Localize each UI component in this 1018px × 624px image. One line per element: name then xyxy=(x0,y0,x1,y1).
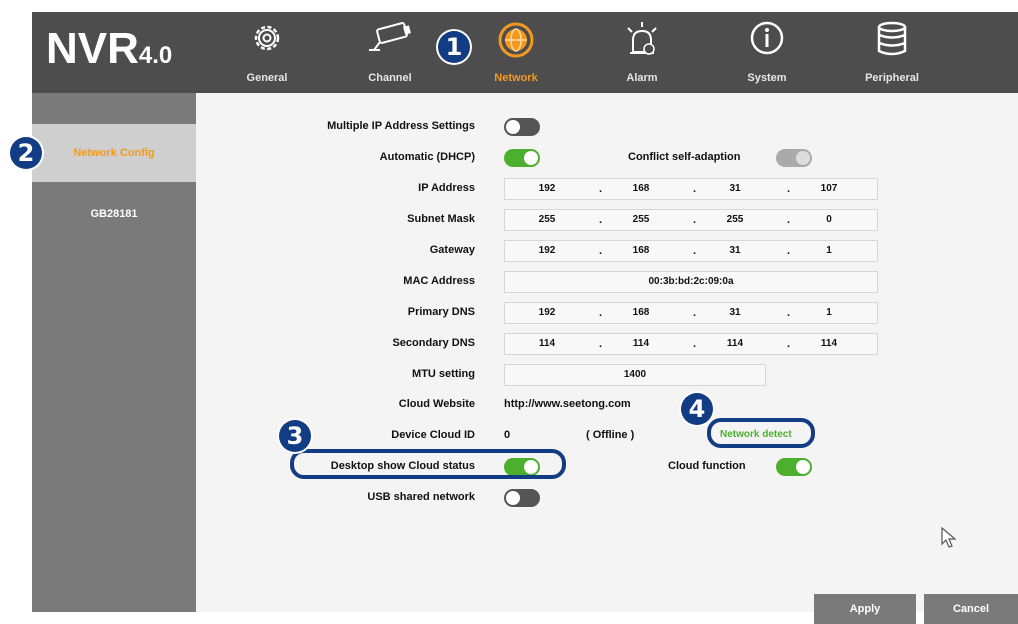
gateway-octet-1[interactable]: 192 xyxy=(517,241,577,261)
dns2-octet-3[interactable]: 114 xyxy=(705,334,765,354)
usb-shared-network-label: USB shared network xyxy=(367,491,475,503)
subnet-octet-4[interactable]: 0 xyxy=(799,210,859,230)
secondary-dns-label: Secondary DNS xyxy=(392,337,475,349)
mouse-cursor-icon xyxy=(941,527,957,548)
gear-icon xyxy=(254,25,280,51)
mac-address-label: MAC Address xyxy=(403,275,475,287)
cloud-status-text: ( Offline ) xyxy=(586,429,635,441)
ip-dot: . xyxy=(787,183,791,195)
cloud-website-label: Cloud Website xyxy=(398,398,475,410)
primary-dns-field[interactable]: 192 . 168 . 31 . 1 xyxy=(504,302,878,324)
nav-network[interactable]: Network xyxy=(466,12,566,93)
ip-address-label: IP Address xyxy=(418,182,475,194)
subnet-dot: . xyxy=(787,214,791,226)
sidebar: Network Config GB28181 xyxy=(32,93,196,612)
dns1-octet-3[interactable]: 31 xyxy=(705,303,765,323)
secondary-dns-field[interactable]: 114 . 114 . 114 . 114 xyxy=(504,333,878,355)
database-icon xyxy=(877,21,907,56)
dns2-octet-2[interactable]: 114 xyxy=(611,334,671,354)
nav-alarm-label: Alarm xyxy=(626,72,658,84)
ip-dot: . xyxy=(599,183,603,195)
dns2-dot: . xyxy=(599,338,603,350)
dns1-dot: . xyxy=(787,307,791,319)
dns1-octet-1[interactable]: 192 xyxy=(517,303,577,323)
dns1-octet-2[interactable]: 168 xyxy=(611,303,671,323)
subnet-octet-3[interactable]: 255 xyxy=(705,210,765,230)
conflict-label: Conflict self-adaption xyxy=(628,151,741,163)
sidebar-item-gb28181[interactable]: GB28181 xyxy=(32,185,196,243)
info-icon xyxy=(750,21,784,55)
mac-address-field: 00:3b:bd:2c:09:0a xyxy=(504,271,878,293)
dhcp-label: Automatic (DHCP) xyxy=(379,151,475,163)
globe-icon xyxy=(498,22,534,58)
nvr-window: NVR4.0 General Channel Network Alarm Sys… xyxy=(32,12,1018,624)
cloud-function-label: Cloud function xyxy=(668,460,746,472)
alarm-icon xyxy=(627,22,657,55)
gateway-field[interactable]: 192 . 168 . 31 . 1 xyxy=(504,240,878,262)
usb-shared-network-toggle[interactable] xyxy=(504,489,540,507)
subnet-mask-label: Subnet Mask xyxy=(407,213,475,225)
ip-octet-4[interactable]: 107 xyxy=(799,179,859,199)
callout-badge-1: 1 xyxy=(438,31,470,63)
dns2-octet-1[interactable]: 114 xyxy=(517,334,577,354)
nav-network-label: Network xyxy=(494,72,538,84)
dns1-dot: . xyxy=(693,307,697,319)
nav-peripheral-label: Peripheral xyxy=(865,72,919,84)
mtu-label: MTU setting xyxy=(412,368,475,380)
nav-alarm[interactable]: Alarm xyxy=(592,12,692,93)
gateway-dot: . xyxy=(599,245,603,257)
app-logo: NVR4.0 xyxy=(46,24,173,73)
nav-channel[interactable]: Channel xyxy=(340,12,440,93)
gateway-octet-2[interactable]: 168 xyxy=(611,241,671,261)
apply-button[interactable]: Apply xyxy=(814,594,916,624)
callout-outline-network-detect xyxy=(707,418,815,448)
subnet-dot: . xyxy=(599,214,603,226)
cancel-button[interactable]: Cancel xyxy=(924,594,1018,624)
gateway-octet-3[interactable]: 31 xyxy=(705,241,765,261)
cloud-website-value: http://www.seetong.com xyxy=(504,398,631,410)
multiple-ip-label: Multiple IP Address Settings xyxy=(327,120,475,132)
nav-system[interactable]: System xyxy=(717,12,817,93)
gateway-dot: . xyxy=(787,245,791,257)
nav-peripheral[interactable]: Peripheral xyxy=(842,12,942,93)
ip-octet-2[interactable]: 168 xyxy=(611,179,671,199)
camera-icon xyxy=(369,22,411,51)
subnet-dot: . xyxy=(693,214,697,226)
subnet-mask-field[interactable]: 255 . 255 . 255 . 0 xyxy=(504,209,878,231)
nav-channel-label: Channel xyxy=(368,72,412,84)
callout-badge-3: 3 xyxy=(279,420,311,452)
device-cloud-id-value: 0 xyxy=(504,429,511,441)
ip-address-field[interactable]: 192 . 168 . 31 . 107 xyxy=(504,178,878,200)
top-nav-bar: NVR4.0 General Channel Network Alarm Sys… xyxy=(32,12,1018,93)
ip-octet-1[interactable]: 192 xyxy=(517,179,577,199)
dns2-dot: . xyxy=(693,338,697,350)
network-config-panel: Multiple IP Address Settings Automatic (… xyxy=(196,93,1018,624)
dns2-octet-4[interactable]: 114 xyxy=(799,334,859,354)
dns1-octet-4[interactable]: 1 xyxy=(799,303,859,323)
callout-badge-4: 4 xyxy=(681,393,713,425)
callout-badge-2: 2 xyxy=(10,137,42,169)
sidebar-item-network-config[interactable]: Network Config xyxy=(32,124,196,182)
nav-system-label: System xyxy=(747,72,787,84)
subnet-octet-1[interactable]: 255 xyxy=(517,210,577,230)
dhcp-toggle[interactable] xyxy=(504,149,540,167)
gateway-dot: . xyxy=(693,245,697,257)
dns2-dot: . xyxy=(787,338,791,350)
device-cloud-id-label: Device Cloud ID xyxy=(391,429,475,441)
dns1-dot: . xyxy=(599,307,603,319)
conflict-toggle[interactable] xyxy=(776,149,812,167)
nav-general-label: General xyxy=(246,72,288,84)
gateway-label: Gateway xyxy=(429,244,475,256)
nav-general[interactable]: General xyxy=(217,12,317,93)
subnet-octet-2[interactable]: 255 xyxy=(611,210,671,230)
multiple-ip-toggle[interactable] xyxy=(504,118,540,136)
mtu-input[interactable]: 1400 xyxy=(504,364,766,386)
callout-outline-desktop-cloud xyxy=(290,449,566,479)
cloud-function-toggle[interactable] xyxy=(776,458,812,476)
primary-dns-label: Primary DNS xyxy=(407,306,475,318)
ip-octet-3[interactable]: 31 xyxy=(705,179,765,199)
ip-dot: . xyxy=(693,183,697,195)
gateway-octet-4[interactable]: 1 xyxy=(799,241,859,261)
